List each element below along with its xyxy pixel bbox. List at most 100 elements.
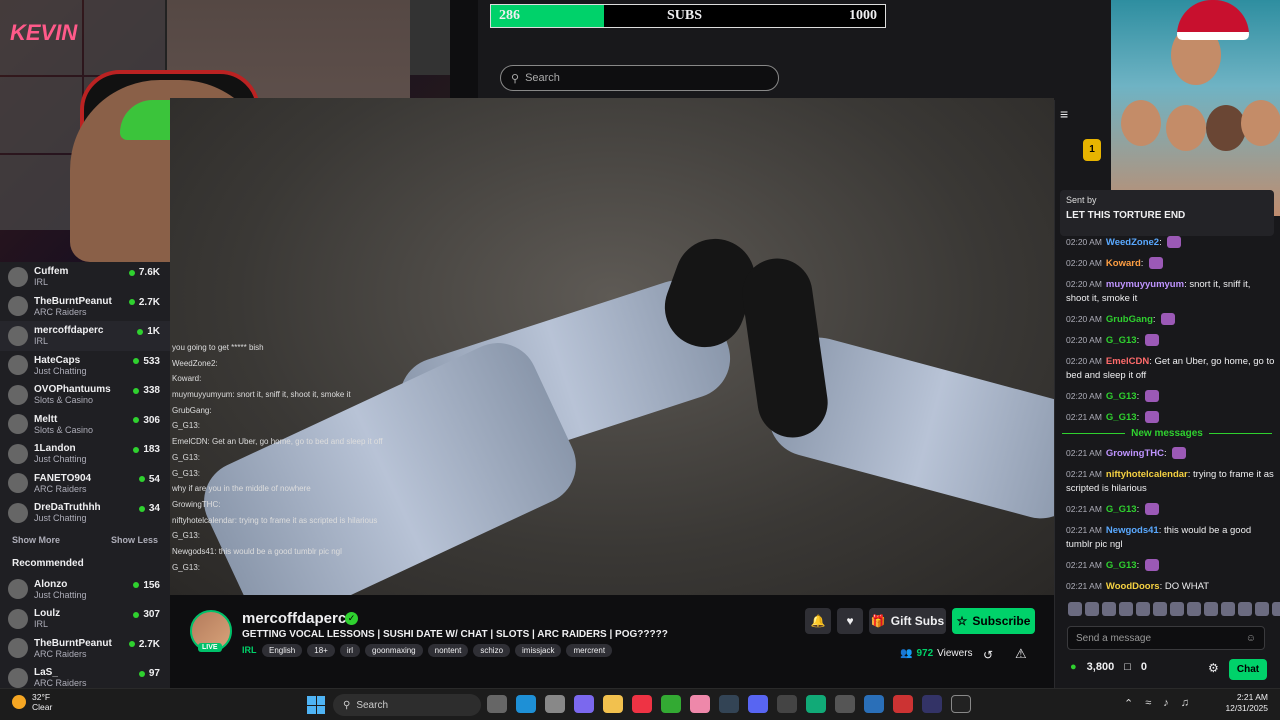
app-icon[interactable]	[864, 695, 884, 713]
channel-points[interactable]: ● 3,800 □ 0	[1070, 661, 1147, 673]
chat-username[interactable]: G_G13	[1106, 335, 1137, 346]
stream-tag[interactable]: English	[262, 644, 303, 657]
chat-message[interactable]: 02:20 AM Koward:	[1066, 256, 1276, 271]
file-explorer-icon[interactable]	[603, 695, 623, 713]
sidebar-channel[interactable]: HateCaps Just Chatting 533	[0, 351, 170, 381]
app-icon[interactable]	[661, 695, 681, 713]
chat-username[interactable]: G_G13	[1106, 504, 1137, 515]
sidebar-channel[interactable]: Loulz IRL 307	[0, 604, 170, 634]
stream-category[interactable]: IRL	[242, 645, 257, 655]
follow-button[interactable]: ♥	[837, 608, 863, 634]
sidebar-channel[interactable]: TheBurntPeanut ARC Raiders 2.7K	[0, 634, 170, 664]
mic-icon[interactable]: ♪	[1163, 697, 1169, 710]
chevron-up-icon[interactable]: ⌃	[1124, 697, 1133, 710]
viewer-count: 533	[133, 356, 160, 367]
emoji-icon[interactable]: ☺	[1246, 633, 1256, 644]
sidebar-channel[interactable]: Meltt Slots & Casino 306	[0, 410, 170, 440]
chat-username[interactable]: muymuyyumyum	[1106, 279, 1184, 290]
taskbar-apps[interactable]	[487, 695, 971, 713]
chat-send-button[interactable]: Chat	[1229, 659, 1267, 680]
chat-message[interactable]: 02:20 AM G_G13:	[1066, 333, 1276, 348]
app-icon[interactable]	[835, 695, 855, 713]
unreal-icon[interactable]	[951, 695, 971, 713]
gift-subs-button[interactable]: 🎁 Gift Subs	[869, 608, 946, 634]
emote-bar[interactable]	[1068, 602, 1280, 616]
weather-widget[interactable]: 32°F Clear	[12, 692, 52, 712]
chat-message[interactable]: 02:21 AM G_G13:	[1066, 558, 1276, 573]
chat-message[interactable]: 02:20 AM muymuyyumyum: snort it, sniff it…	[1066, 277, 1276, 306]
stream-tag[interactable]: schizo	[473, 644, 511, 657]
chat-username[interactable]: niftyhotelcalendar	[1106, 469, 1188, 480]
chat-settings-icon[interactable]: ⚙	[1208, 661, 1219, 675]
chat-username[interactable]: GrubGang	[1106, 314, 1153, 325]
sidebar-channel[interactable]: mercoffdaperc IRL 1K	[0, 321, 170, 351]
stream-tag[interactable]: nontent	[427, 644, 469, 657]
music-icon[interactable]	[632, 695, 652, 713]
stream-tag[interactable]: irl	[339, 644, 361, 657]
chat-username[interactable]: WoodDoors	[1106, 581, 1160, 592]
chat-message[interactable]: 02:20 AM EmelCDN: Get an Uber, go home, g…	[1066, 354, 1276, 383]
overlay-chat-line: G_G13:	[172, 468, 201, 478]
chat-message[interactable]: 02:20 AM GrubGang:	[1066, 312, 1276, 327]
chat-username[interactable]: EmelCDN	[1106, 356, 1149, 367]
stream-tag[interactable]: 18+	[307, 644, 335, 657]
steam-icon[interactable]	[719, 695, 739, 713]
chat-username[interactable]: G_G13	[1106, 412, 1137, 423]
network-icon[interactable]: ≈	[1145, 697, 1151, 710]
chat-username[interactable]: GrowingTHC	[1106, 448, 1164, 459]
chat-message[interactable]: 02:21 AM G_G13:	[1066, 410, 1276, 425]
sidebar-channel[interactable]: 1Landon Just Chatting 183	[0, 439, 170, 469]
sidebar-channel[interactable]: Alonzo Just Chatting 156	[0, 575, 170, 605]
discord-icon[interactable]	[748, 695, 768, 713]
copilot-icon[interactable]	[574, 695, 594, 713]
notification-bell-button[interactable]: 🔔	[805, 608, 831, 634]
chat-username[interactable]: WeedZone2	[1106, 237, 1159, 248]
subscribe-button[interactable]: ☆ Subscribe	[952, 608, 1035, 634]
settings-icon[interactable]	[545, 695, 565, 713]
chrome-icon[interactable]	[690, 695, 710, 713]
search-input[interactable]: ⚲ Search	[500, 65, 779, 91]
system-tray[interactable]: ⌃ ≈ ♪ ♫	[1124, 697, 1189, 710]
sidebar-channel[interactable]: FANETO904 ARC Raiders 54	[0, 469, 170, 499]
chat-message[interactable]: 02:21 AM GrowingTHC:	[1066, 446, 1276, 461]
chat-username[interactable]: G_G13	[1106, 560, 1137, 571]
windows-start-icon[interactable]	[307, 696, 325, 714]
show-more-link[interactable]: Show More	[12, 535, 60, 545]
show-less-link[interactable]: Show Less	[111, 535, 158, 545]
stream-tag[interactable]: goonmaxing	[365, 644, 423, 657]
sidebar-channel[interactable]: Cuffem IRL 7.6K	[0, 262, 170, 292]
chat-message[interactable]: 02:20 AM WeedZone2:	[1066, 235, 1276, 250]
taskbar-clock[interactable]: 2:21 AM 12/31/2025	[1208, 692, 1268, 714]
channel-name[interactable]: mercoffdaperc	[242, 610, 346, 627]
app-icon[interactable]	[922, 695, 942, 713]
sidebar-channel[interactable]: DreDaTruthhh Just Chatting 34	[0, 498, 170, 528]
pinned-message[interactable]: Sent by LET THIS TORTURE END	[1060, 190, 1274, 236]
chat-message[interactable]: 02:21 AM WoodDoors: DO WHAT	[1066, 579, 1276, 594]
app-icon[interactable]	[777, 695, 797, 713]
followed-channels-sidebar: Cuffem IRL 7.6K TheBurntPeanut ARC Raiders 2.…	[0, 262, 170, 688]
sidebar-channel[interactable]: TheBurntPeanut ARC Raiders 2.7K	[0, 292, 170, 322]
emote-icon	[1144, 334, 1159, 347]
volume-icon[interactable]: ♫	[1181, 697, 1189, 710]
taskbar-search[interactable]: ⚲ Search	[333, 694, 481, 716]
stream-tag[interactable]: mercrent	[566, 644, 613, 657]
xbox-icon[interactable]	[806, 695, 826, 713]
chat-input[interactable]: Send a message ☺	[1067, 626, 1265, 650]
chat-username[interactable]: Koward	[1106, 258, 1141, 269]
edge-icon[interactable]	[516, 695, 536, 713]
chat-message[interactable]: 02:21 AM Newgods41: this would be a good …	[1066, 523, 1276, 552]
task-view-icon[interactable]	[487, 695, 507, 713]
new-messages-divider[interactable]: New messages	[1062, 426, 1272, 440]
sidebar-channel[interactable]: OVOPhantuums Slots & Casino 338	[0, 380, 170, 410]
chat-username[interactable]: Newgods41	[1106, 525, 1159, 536]
chat-collapse-icon[interactable]: ≡	[1060, 106, 1068, 122]
chat-username[interactable]: G_G13	[1106, 391, 1137, 402]
chat-message[interactable]: 02:21 AM niftyhotelcalendar: trying to fr…	[1066, 467, 1276, 496]
report-icon[interactable]: ⚠	[1015, 646, 1027, 662]
share-icon[interactable]: ↺	[983, 648, 993, 662]
stream-tag[interactable]: imissjack	[515, 644, 562, 657]
channel-avatar	[8, 608, 28, 629]
chat-message[interactable]: 02:20 AM G_G13:	[1066, 389, 1276, 404]
chat-message[interactable]: 02:21 AM G_G13:	[1066, 502, 1276, 517]
app-icon[interactable]	[893, 695, 913, 713]
